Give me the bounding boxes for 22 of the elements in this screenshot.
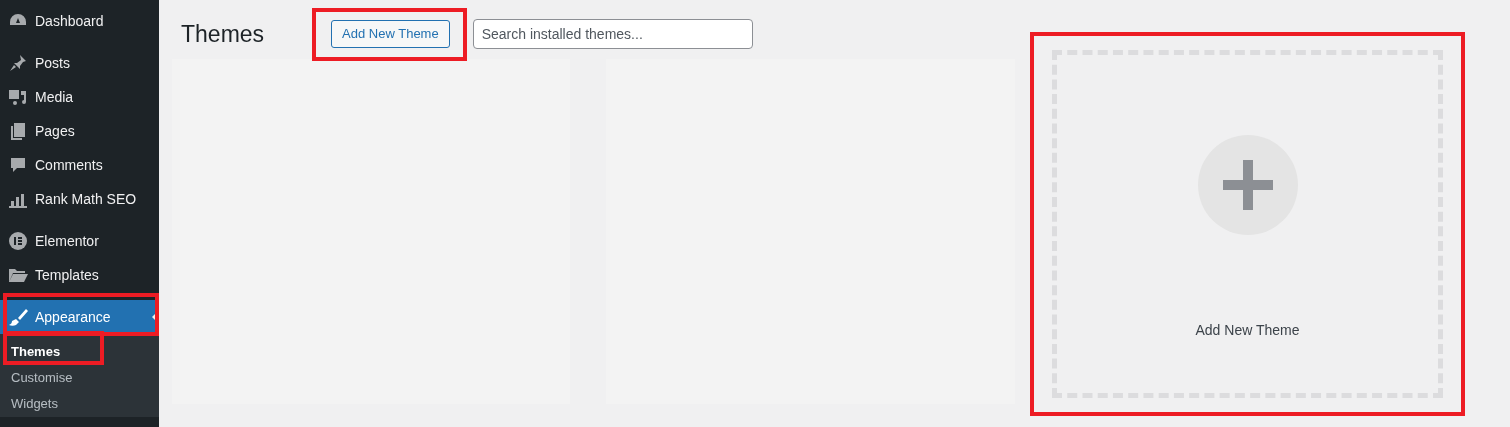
elementor-icon bbox=[8, 231, 28, 251]
page-title: Themes bbox=[181, 19, 265, 49]
pages-icon bbox=[8, 121, 28, 141]
menu-item[interactable]: Elementor bbox=[0, 224, 159, 258]
menu-item[interactable]: Pages bbox=[0, 114, 159, 148]
media-icon bbox=[8, 87, 28, 107]
speech-bubble-icon bbox=[8, 155, 28, 175]
add-new-theme-button[interactable]: Add New Theme bbox=[331, 20, 450, 48]
brush-icon bbox=[8, 307, 28, 327]
add-theme-card[interactable]: Add New Theme bbox=[1052, 50, 1443, 398]
menu-item[interactable]: Comments bbox=[0, 148, 159, 182]
pin-icon bbox=[8, 53, 28, 73]
submenu-item[interactable]: Themes bbox=[0, 339, 159, 365]
menu-item[interactable]: Templates bbox=[0, 258, 159, 292]
menu-item[interactable]: Media bbox=[0, 80, 159, 114]
menu-item[interactable]: Posts bbox=[0, 46, 159, 80]
card-label: Add New Theme bbox=[1195, 321, 1300, 340]
menu-item[interactable]: Rank Math SEO bbox=[0, 182, 159, 216]
submenu-item[interactable]: Customise bbox=[0, 365, 159, 391]
menu-item[interactable]: Dashboard bbox=[0, 4, 159, 38]
submenu-item[interactable]: Widgets bbox=[0, 391, 159, 417]
search-field[interactable]: Search installed themes... bbox=[472, 19, 753, 49]
